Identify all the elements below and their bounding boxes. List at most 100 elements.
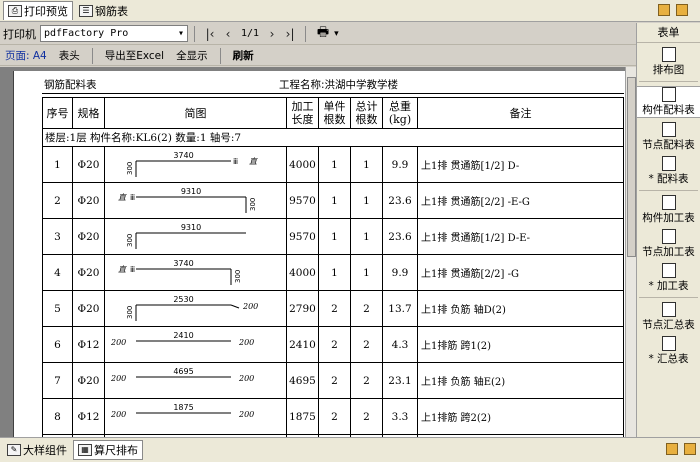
table-row: 3 Φ20 9310 300 9570 1 1 23.6 上1排 贯通筋[1/2] D-E- [42, 218, 624, 255]
column-header: 总重(kg) [382, 97, 418, 129]
total-weight: 23.6 [382, 182, 418, 219]
rebar-spec: Φ20 [72, 182, 105, 219]
ruler-layout-icon: ▦ [78, 444, 92, 456]
row-number: 5 [42, 290, 73, 327]
process-length: 4000 [286, 146, 319, 183]
component-process-icon [661, 195, 676, 210]
page-indicator: 1/1 [241, 28, 260, 39]
printer-select[interactable]: pdfFactory Pro ▾ [40, 25, 188, 42]
form-item[interactable]: 排布图 [637, 47, 700, 77]
floor-info-row: 楼层:1层 构件名称:KL6(2) 数量:1 轴号:7 [42, 128, 624, 147]
form-item[interactable]: 节点加工表 [637, 229, 700, 259]
remark: 上1排 贯通筋[1/2] D-E- [417, 218, 624, 255]
close-panel-icon[interactable] [676, 4, 688, 16]
divider [194, 25, 195, 42]
export-excel-button[interactable]: 导出至Excel [99, 48, 170, 63]
straight-tag: 直 [118, 265, 127, 274]
process-length: 2790 [286, 290, 319, 327]
chevron-down-icon: ▾ [177, 28, 184, 39]
tab-ruler-layout[interactable]: ▦ 算尺排布 [73, 440, 143, 460]
form-item[interactable]: 节点汇总表 [637, 302, 700, 332]
page-toolbar: 页面: A4 表头 导出至Excel 全显示 刷新 [0, 46, 636, 66]
remark: 上1排 负筋 轴E(2) [417, 362, 624, 399]
rebar-spec: Φ12 [72, 398, 105, 435]
last-page-button[interactable]: ›| [281, 25, 299, 43]
row-number: 8 [42, 398, 73, 435]
process-length: 1875 [286, 398, 319, 435]
bar-length-label: 1875 [173, 403, 193, 412]
printer-value: pdfFactory Pro [44, 28, 129, 39]
forms-panel-header: 表单 [637, 23, 700, 43]
vertical-scrollbar[interactable] [625, 67, 636, 437]
remark: 上1排筋 跨2(2) [417, 398, 624, 435]
form-item[interactable]: * 加工表 [637, 263, 700, 293]
tab-label: 打印预览 [24, 5, 68, 18]
hook-length-label: 300 [126, 233, 134, 246]
total-weight: 23.6 [382, 218, 418, 255]
form-item-label: 节点汇总表 [642, 319, 695, 331]
floor-info: 楼层:1层 构件名称:KL6(2) 数量:1 轴号:7 [42, 128, 624, 147]
total-weight: 4.3 [382, 326, 418, 363]
chevron-down-icon[interactable]: ▾ [334, 29, 339, 39]
refresh-button[interactable]: 刷新 [227, 48, 260, 63]
first-page-button[interactable]: |‹ [201, 25, 219, 43]
print-toolbar: 打印机 pdfFactory Pro ▾ |‹ ‹ 1/1 › ›| 🖶 ▾ [0, 23, 636, 45]
forms-panel: 表单 排布图构件配料表节点配料表 * 配料表构件加工表节点加工表 * 加工表节点汇总… [636, 23, 700, 437]
shape-cell: 2530 300 200 [104, 290, 287, 327]
rebar-spec: Φ20 [72, 290, 105, 327]
restore-icon[interactable] [658, 4, 670, 16]
rebar-spec: Φ20 [72, 362, 105, 399]
scrollbar-thumb[interactable] [627, 77, 636, 257]
print-preview-icon: ⎙ [8, 5, 22, 17]
process-length: 4000 [286, 254, 319, 291]
table-row: 1 Φ20 3740 300 直 ⅲ 4000 1 1 9.9 上1排 贯通筋[1/2] D- [42, 146, 624, 183]
page-size-button[interactable]: 页面: A4 [3, 48, 53, 63]
table-row: 7 Φ20 4695 200 200 4695 2 2 23.1 上1排 负筋 轴E(2) [42, 362, 624, 399]
form-item[interactable]: * 配料表 [637, 156, 700, 186]
total-count: 2 [350, 398, 383, 435]
project-name: 工程名称:洪湖中学教学楼 [279, 79, 399, 91]
hook-length-label: 200 [110, 374, 126, 383]
hook-length-label: 300 [126, 161, 134, 174]
show-all-button[interactable]: 全显示 [170, 48, 214, 63]
row-number: 7 [42, 362, 73, 399]
printer-icon[interactable]: 🖶 [312, 25, 334, 43]
form-item-label: 节点配料表 [642, 139, 695, 151]
process-length: 4695 [286, 362, 319, 399]
next-page-button[interactable]: › [263, 25, 281, 43]
total-count: 1 [350, 254, 383, 291]
top-tab-bar: ⎙ 打印预览 ☰ 钢筋表 [0, 0, 700, 22]
form-item[interactable]: 构件配料表 [637, 86, 700, 118]
hook-length-label: 300 [126, 305, 134, 318]
total-count: 2 [350, 326, 383, 363]
rebar-shape: 9310 300 [126, 223, 246, 249]
form-item[interactable]: 构件加工表 [637, 195, 700, 225]
column-header: 简图 [104, 97, 287, 129]
detail-component-icon: ✎ [7, 444, 21, 456]
bar-length-label: 9310 [180, 187, 200, 196]
end-mark: ⅲ [130, 193, 135, 202]
hook-length-label: 200 [238, 410, 254, 419]
print-preview-area[interactable]: 钢筋配料表 工程名称:洪湖中学教学楼 序号 规格 简图 加工长度 单件根数 总计根数 总重(… [0, 67, 636, 437]
unit-count: 2 [318, 326, 351, 363]
restore-icon[interactable] [666, 443, 678, 455]
unit-count: 1 [318, 254, 351, 291]
table-icon: ☰ [79, 4, 93, 17]
process-length: 2410 [286, 326, 319, 363]
prev-page-button[interactable]: ‹ [219, 25, 237, 43]
header-button[interactable]: 表头 [53, 48, 86, 63]
total-count: 2 [350, 362, 383, 399]
form-item-label: 构件配料表 [642, 104, 695, 116]
hook-length-label: 200 [242, 302, 258, 311]
remark: 上1排 贯通筋[2/2] -E-G [417, 182, 624, 219]
tab-detail-component[interactable]: ✎ 大样组件 [3, 440, 71, 460]
form-item-label: 节点加工表 [642, 246, 695, 258]
tab-label: 钢筋表 [95, 4, 128, 18]
hook-length-label: 200 [238, 338, 254, 347]
form-item[interactable]: 节点配料表 [637, 122, 700, 152]
form-item[interactable]: * 汇总表 [637, 336, 700, 366]
tab-print-preview[interactable]: ⎙ 打印预览 [3, 1, 73, 20]
close-panel-icon[interactable] [684, 443, 696, 455]
tab-rebar-table[interactable]: ☰ 钢筋表 [75, 1, 132, 20]
divider [639, 81, 698, 82]
